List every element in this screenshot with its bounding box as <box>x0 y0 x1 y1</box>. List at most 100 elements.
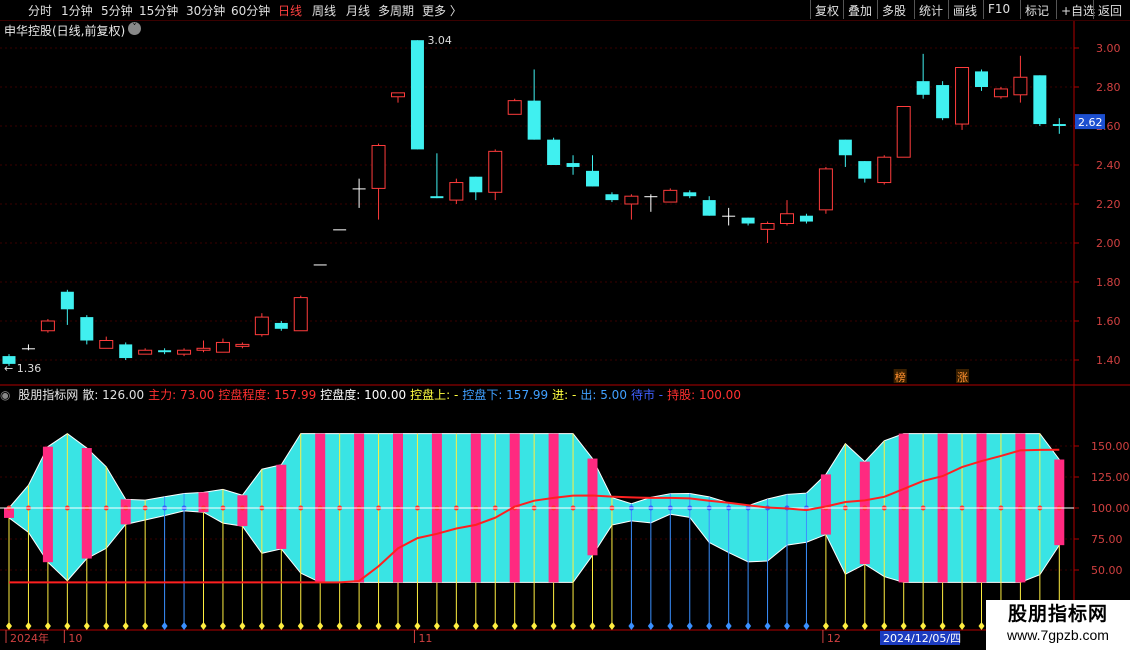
time-label-2: 11 <box>418 632 432 645</box>
signal-diamond <box>336 622 343 630</box>
signal-diamond <box>667 622 674 630</box>
candle-body <box>644 196 658 198</box>
indicator-value-6: 进: - <box>552 388 577 402</box>
baseline-dot <box>551 505 557 511</box>
price-tick-label: 2.40 <box>1096 159 1121 172</box>
candle-body <box>274 322 288 329</box>
baseline-dot <box>434 505 440 511</box>
baseline-dot <box>181 505 187 511</box>
badge-1: 涨 <box>957 371 968 384</box>
signal-diamond <box>764 622 771 630</box>
main-force-bar <box>1015 433 1026 583</box>
period-tab-10[interactable]: 更多 〉 <box>422 2 462 19</box>
period-tab-5[interactable]: 60分钟 <box>231 2 270 19</box>
period-tab-4[interactable]: 30分钟 <box>186 2 225 19</box>
baseline-dot <box>648 505 654 511</box>
price-tick-label: 2.80 <box>1096 81 1121 94</box>
period-tab-3[interactable]: 15分钟 <box>139 2 178 19</box>
period-tab-9[interactable]: 多周期 <box>378 2 414 19</box>
signal-diamond <box>181 622 188 630</box>
badge-bg <box>956 369 970 383</box>
candle-body <box>858 161 872 179</box>
period-tab-8[interactable]: 月线 <box>346 2 370 19</box>
period-tab-6[interactable]: 日线 <box>278 2 302 19</box>
candle-body <box>566 163 580 167</box>
period-tab-7[interactable]: 周线 <box>312 2 336 19</box>
candle-body <box>760 223 775 230</box>
signal-diamond <box>161 622 168 630</box>
main-force-bar <box>976 433 987 583</box>
signal-diamond <box>920 622 927 630</box>
candle-body <box>955 67 970 125</box>
baseline-dot <box>726 505 732 511</box>
indicator-menu-icon[interactable]: ◉ <box>0 388 14 402</box>
toolbar-button-6[interactable]: 标记 <box>1020 0 1053 19</box>
candle-body <box>293 297 308 332</box>
main-force-bar <box>820 474 831 535</box>
candle-body <box>683 192 697 197</box>
candle-body <box>993 88 1008 98</box>
candle-body <box>196 347 211 351</box>
signal-diamond <box>842 622 849 630</box>
candle-body <box>975 71 988 87</box>
chevron-down-icon[interactable]: ˅ <box>128 22 141 35</box>
period-tab-1[interactable]: 1分钟 <box>61 2 93 19</box>
main-force-bar <box>42 446 53 563</box>
baseline-dot <box>901 505 907 511</box>
candle-body <box>138 349 153 355</box>
toolbar-button-2[interactable]: 多股 <box>877 0 910 19</box>
indicator-value-7: 出: 5.00 <box>580 388 627 402</box>
main-force-bar <box>393 433 403 583</box>
signal-diamond <box>278 622 285 630</box>
signal-diamond <box>861 622 868 630</box>
candle-body <box>605 194 619 201</box>
toolbar-button-0[interactable]: 复权 <box>810 0 843 19</box>
baseline-dot <box>765 505 771 511</box>
time-label-0: 2024年 <box>10 631 49 645</box>
toolbar-button-3[interactable]: 统计 <box>914 0 947 19</box>
low-price-label: ← 1.36 <box>4 362 41 375</box>
baseline-dot <box>123 505 129 511</box>
signal-diamond <box>453 622 460 630</box>
period-tab-0[interactable]: 分时 <box>28 2 52 19</box>
period-tab-2[interactable]: 5分钟 <box>101 2 133 19</box>
candle-body <box>410 40 424 150</box>
signal-diamond <box>706 622 713 630</box>
toolbar-button-1[interactable]: 叠加 <box>843 0 876 19</box>
signal-diamond <box>83 622 90 630</box>
baseline-dot <box>862 505 868 511</box>
main-force-bar <box>354 433 365 583</box>
baseline-dot <box>687 505 693 511</box>
high-price-label: 3.04 <box>427 34 452 47</box>
toolbar-button-8[interactable]: 返回 <box>1093 0 1126 19</box>
indicator-value-8: 待市 - <box>630 388 664 402</box>
toolbar-button-5[interactable]: F10 <box>983 0 1014 19</box>
signal-diamond <box>822 622 829 630</box>
main-force-bar <box>898 433 909 583</box>
cursor-date-box <box>880 631 960 645</box>
baseline-dot <box>745 505 751 511</box>
main-force-bar <box>470 433 481 583</box>
baseline-dot <box>940 505 946 511</box>
badge-0: 榜 <box>895 370 906 384</box>
indicator-name: 股朋指标网 <box>18 388 79 402</box>
baseline-dot <box>103 505 109 511</box>
signal-diamond <box>745 622 752 630</box>
main-force-bar <box>237 495 248 527</box>
main-force-bar <box>548 433 559 583</box>
baseline-dot <box>531 505 537 511</box>
candle-body <box>722 215 736 217</box>
candle-body <box>916 81 930 95</box>
period-toolbar: 分时 1分钟 5分钟 15分钟 30分钟 60分钟 日线 周线 月线 多周期 更多 〉 复权 叠加 多股统… <box>0 0 1130 21</box>
candle-body <box>527 100 541 140</box>
signal-diamond <box>44 622 51 630</box>
baseline-dot <box>590 505 595 511</box>
candle-body <box>2 356 16 364</box>
toolbar-button-4[interactable]: 画线 <box>948 0 981 19</box>
candle-body <box>119 344 133 359</box>
baseline-dot <box>628 505 634 511</box>
main-force-bar <box>937 433 948 583</box>
baseline-dot <box>337 505 343 511</box>
indicator-value-3: 控盘度: 100.00 <box>320 388 407 402</box>
candle-body <box>60 291 74 310</box>
